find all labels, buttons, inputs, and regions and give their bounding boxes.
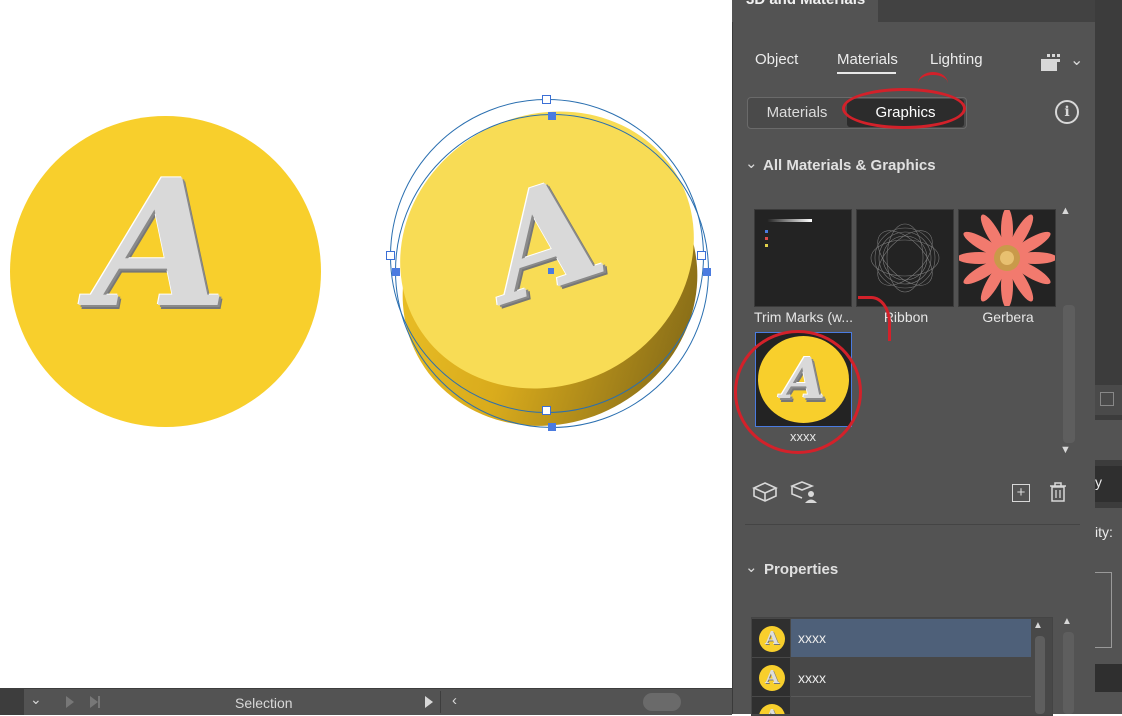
tab-active-underline: [837, 72, 896, 74]
section-all-materials[interactable]: All Materials & Graphics: [763, 157, 936, 174]
info-icon[interactable]: i: [1055, 100, 1079, 124]
graphic-ribbon-thumb[interactable]: [856, 209, 954, 307]
status-menu-arrow-icon[interactable]: [425, 696, 433, 708]
status-bar: ⌄ Selection ‹: [0, 688, 732, 715]
properties-row-thumb: A: [752, 619, 790, 657]
color-mark: [765, 244, 768, 247]
tab-materials[interactable]: Materials: [837, 51, 898, 68]
annotation-circle-graphic: [734, 330, 862, 454]
chevron-down-icon[interactable]: ⌄: [1070, 50, 1083, 70]
center-point: [548, 268, 554, 274]
scroll-left-icon[interactable]: ‹: [452, 692, 457, 709]
gradient-swatch: [767, 219, 812, 222]
graphics-scroll-thumb[interactable]: [1063, 305, 1075, 443]
zoom-field[interactable]: [0, 689, 24, 715]
properties-row-name: xxxx: [798, 670, 826, 686]
place-graphic-icon[interactable]: [789, 480, 820, 504]
selection-handle-bottom[interactable]: [542, 406, 551, 415]
properties-row-selected[interactable]: xxxx: [791, 619, 1031, 657]
graphic-trim-marks-label: Trim Marks (w...: [754, 309, 854, 325]
scroll-up-icon[interactable]: ▲: [1060, 205, 1071, 217]
mini-coin-letter: A: [759, 704, 785, 714]
scroll-up-icon[interactable]: ▲: [1033, 620, 1043, 631]
anchor-point-bottom[interactable]: [548, 423, 556, 431]
tab-object[interactable]: Object: [755, 51, 798, 68]
horizontal-scroll-thumb[interactable]: [643, 693, 681, 711]
section-divider: [745, 524, 1080, 525]
color-mark: [765, 230, 768, 233]
panel-title: 3D and Materials: [746, 0, 865, 8]
last-artboard-icon[interactable]: [90, 696, 98, 708]
strip-tab[interactable]: [1095, 420, 1122, 460]
segment-materials[interactable]: Materials: [748, 98, 846, 128]
panel-scroll-thumb[interactable]: [1063, 632, 1074, 714]
mini-coin-letter: A: [759, 626, 785, 652]
strip-label: ity:: [1095, 524, 1113, 540]
chevron-down-icon[interactable]: ⌄: [30, 691, 42, 708]
anchor-point-left[interactable]: [392, 268, 400, 276]
current-tool-label: Selection: [235, 695, 293, 711]
anchor-point-top[interactable]: [548, 112, 556, 120]
add-graphic-icon[interactable]: +: [1012, 484, 1030, 502]
flat-coin-letter: A: [92, 142, 228, 347]
render-options-icon[interactable]: [1039, 53, 1061, 73]
section-properties[interactable]: Properties: [764, 561, 838, 578]
scroll-down-icon[interactable]: ▼: [1060, 444, 1071, 456]
list-scroll-thumb[interactable]: [1035, 636, 1045, 714]
next-artboard-icon[interactable]: [66, 696, 74, 708]
mini-coin-letter: A: [759, 665, 785, 691]
panel-layers-icon[interactable]: [1100, 392, 1114, 406]
graphic-trim-marks-thumb[interactable]: [754, 209, 852, 307]
strip-field[interactable]: [1095, 572, 1112, 648]
trash-icon[interactable]: [1049, 482, 1067, 502]
annotation-stroke: [918, 72, 948, 95]
graphic-gerbera-label: Gerbera: [982, 309, 1034, 325]
strip-tab[interactable]: [1095, 664, 1122, 692]
panel-tab-bar: [878, 0, 1095, 22]
scroll-up-icon[interactable]: ▲: [1062, 616, 1072, 627]
tab-lighting[interactable]: Lighting: [930, 51, 983, 68]
anchor-point-right[interactable]: [703, 268, 711, 276]
properties-row-thumb: A: [752, 658, 790, 696]
properties-row-thumb: A: [752, 697, 790, 714]
selection-handle-right[interactable]: [697, 251, 706, 260]
selection-handle-left[interactable]: [386, 251, 395, 260]
status-divider: [440, 691, 441, 713]
chevron-down-icon[interactable]: ⌄: [745, 154, 758, 172]
selection-handle-top[interactable]: [542, 95, 551, 104]
last-artboard-bar: [98, 696, 100, 708]
apply-material-icon[interactable]: [752, 481, 778, 503]
artboard-canvas[interactable]: A A: [0, 0, 732, 688]
properties-row-name: xxxx: [798, 630, 826, 646]
segment-materials-label: Materials: [766, 104, 828, 121]
graphic-gerbera-thumb[interactable]: [958, 209, 1056, 307]
chevron-down-icon[interactable]: ⌄: [745, 558, 758, 576]
properties-row[interactable]: xxxx: [791, 658, 1031, 697]
color-mark: [765, 237, 768, 240]
strip-label: y: [1095, 474, 1102, 490]
